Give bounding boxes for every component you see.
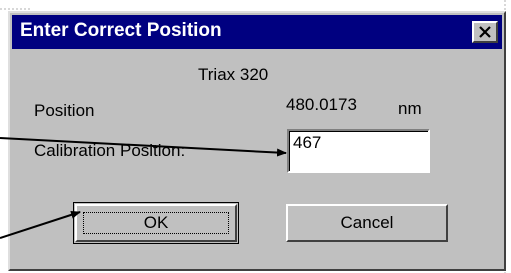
cancel-button-label: Cancel	[340, 213, 394, 232]
calibration-position-label: Calibration Position:	[34, 141, 186, 160]
cancel-button[interactable]: Cancel	[286, 204, 448, 242]
dialog-title: Enter Correct Position	[20, 20, 222, 41]
position-value: 480.0173	[286, 95, 357, 114]
title-bar: Enter Correct Position	[12, 15, 502, 49]
ok-button[interactable]: OK	[73, 202, 239, 244]
position-label: Position	[34, 101, 95, 120]
device-name-label: Triax 320	[198, 65, 269, 84]
enter-correct-position-dialog: Enter Correct Position Triax 320 Positio…	[8, 11, 506, 271]
calibration-position-value: 467	[293, 133, 322, 152]
close-button[interactable]	[472, 21, 498, 43]
focus-rectangle	[83, 212, 229, 234]
close-icon	[479, 26, 491, 38]
calibration-position-input[interactable]: 467	[287, 129, 430, 173]
position-unit: nm	[398, 99, 422, 118]
